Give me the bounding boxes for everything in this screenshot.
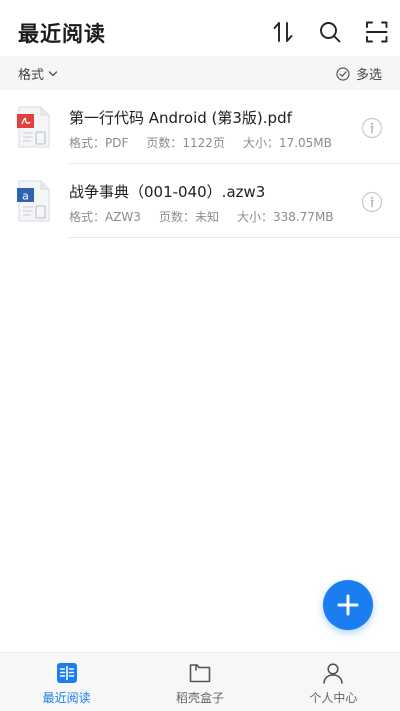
file-list-item[interactable]: a 战争事典（001-040）.azw3 格式：AZW3 页数：未知 大小：33… [0,164,400,238]
nav-item-recent[interactable]: 最近阅读 [0,653,133,711]
add-file-button[interactable] [323,580,373,630]
plus-icon [337,594,359,616]
file-list: 第一行代码 Android (第3版).pdf 格式：PDF 页数：1122页 … [0,90,400,238]
folder-icon [188,661,212,685]
bottom-nav: 最近阅读 稻壳盒子 个人中心 [0,652,400,711]
svg-text:a: a [22,190,29,203]
sort-icon[interactable] [270,19,296,45]
file-format: 格式：PDF [69,136,129,150]
person-icon [321,661,345,685]
file-size: 大小：338.77MB [236,210,334,224]
multi-select-label: 多选 [355,68,382,83]
check-circle-icon [336,66,350,81]
book-icon [55,661,79,685]
nav-item-profile[interactable]: 个人中心 [267,653,400,711]
file-meta: 格式：AZW3 页数：未知 大小：338.77MB [69,208,352,225]
file-pages: 页数：1122页 [146,136,225,150]
multi-select-button[interactable]: 多选 [336,64,382,83]
nav-item-docer-box[interactable]: 稻壳盒子 [133,653,266,711]
file-meta: 格式：PDF 页数：1122页 大小：17.05MB [69,134,350,151]
format-filter-label: 格式 [18,68,45,83]
file-format: 格式：AZW3 [69,210,141,224]
format-filter-dropdown[interactable]: 格式 [18,64,58,83]
app-window: 最近阅读 格式 多选 第一行代码 Android (第3版).pdf 格式：PD… [0,0,400,711]
info-icon[interactable] [361,191,383,213]
chevron-down-icon [48,70,58,76]
filter-bar: 格式 多选 [0,56,400,90]
search-icon[interactable] [317,19,343,45]
top-header: 最近阅读 [0,0,400,60]
file-size: 大小：17.05MB [242,136,332,150]
nav-label: 稻壳盒子 [175,691,224,705]
scan-icon[interactable] [364,19,390,45]
divider [69,237,400,238]
file-name: 战争事典（001-040）.azw3 [69,183,266,201]
file-pages: 页数：未知 [158,210,219,224]
file-name: 第一行代码 Android (第3版).pdf [69,109,292,127]
info-icon[interactable] [361,117,383,139]
pdf-file-icon [17,106,51,148]
file-list-item[interactable]: 第一行代码 Android (第3版).pdf 格式：PDF 页数：1122页 … [0,90,400,164]
azw3-file-icon: a [17,180,51,222]
nav-label: 个人中心 [309,691,358,705]
page-title: 最近阅读 [18,22,106,46]
nav-label: 最近阅读 [42,691,91,705]
